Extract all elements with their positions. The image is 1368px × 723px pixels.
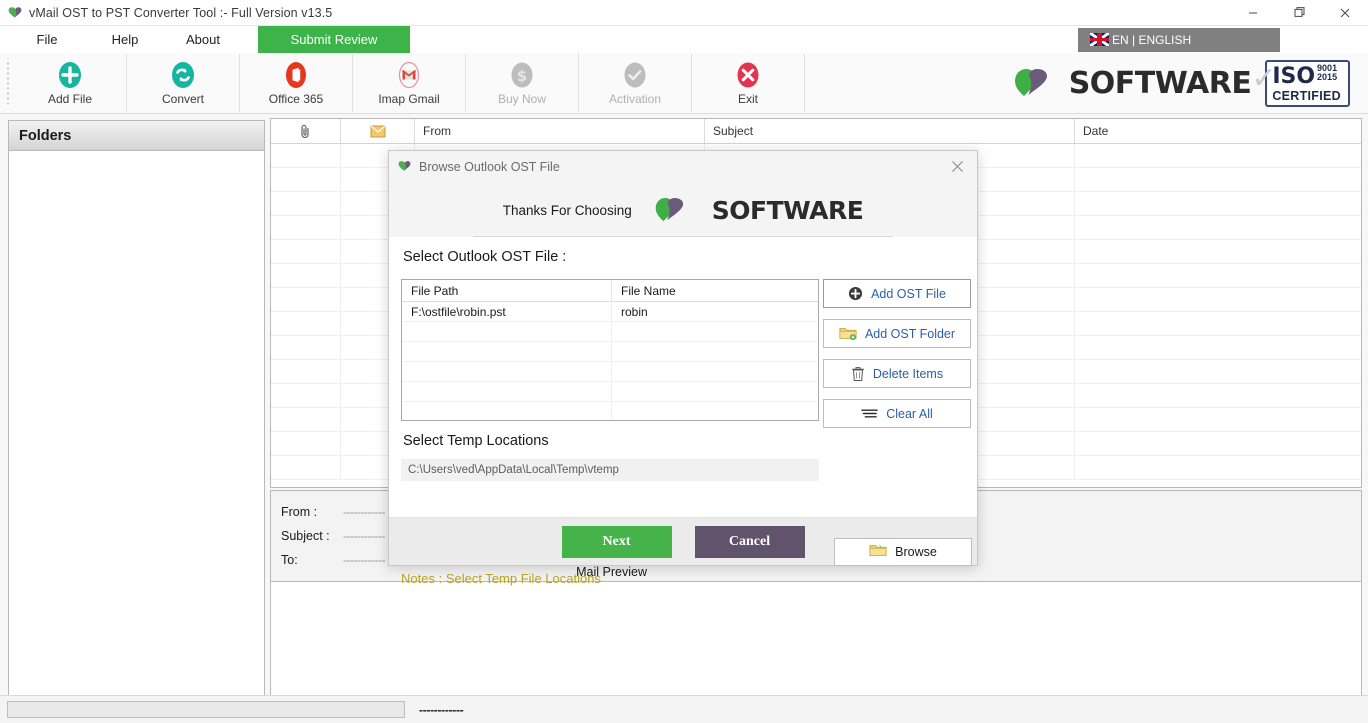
next-button[interactable]: Next <box>561 525 672 558</box>
table-row[interactable] <box>402 362 818 382</box>
plus-circle-icon <box>848 286 863 301</box>
ost-file-table[interactable]: File Path File Name F:\ostfile\robin.pst… <box>401 279 819 421</box>
file-path-cell: F:\ostfile\robin.pst <box>402 302 612 321</box>
folder-add-icon <box>839 326 857 341</box>
notes-label: Notes : <box>401 571 443 586</box>
file-name-cell: robin <box>621 304 648 319</box>
table-row[interactable]: F:\ostfile\robin.pst robin <box>402 302 818 322</box>
dialog-brand-wordmark: SOFTWARE <box>711 195 864 225</box>
clear-all-button[interactable]: Clear All <box>823 399 971 428</box>
file-name-column-header[interactable]: File Name <box>612 280 818 301</box>
select-temp-locations-label: Select Temp Locations <box>403 433 549 449</box>
dialog-action-buttons: Add OST File Add OST Folder Delete Items… <box>823 279 971 428</box>
ost-file-table-header: File Path File Name <box>402 280 818 302</box>
button-label: Delete Items <box>872 366 944 381</box>
dialog-banner: Thanks For Choosing SOFTWARE <box>389 183 977 237</box>
table-row[interactable] <box>402 382 818 402</box>
add-ost-folder-button[interactable]: Add OST Folder <box>823 319 971 348</box>
notes-text: Notes : Select Temp File Locations <box>401 571 601 586</box>
thanks-text: Thanks For Choosing <box>502 202 632 218</box>
add-ost-file-button[interactable]: Add OST File <box>823 279 971 308</box>
table-row[interactable] <box>402 402 818 420</box>
dialog-content: Select Outlook OST File : File Path File… <box>389 237 977 586</box>
button-label: Add OST File <box>871 286 946 301</box>
dialog-title: Browse Outlook OST File <box>419 159 560 174</box>
temp-path-input[interactable]: C:\Users\ved\AppData\Local\Temp\vtemp <box>401 459 819 481</box>
clear-list-icon <box>861 407 878 420</box>
software-logo-mark <box>655 198 683 222</box>
file-path-column-header[interactable]: File Path <box>402 280 612 301</box>
table-row[interactable] <box>402 322 818 342</box>
heart-icon <box>398 160 411 173</box>
modal-overlay: Browse Outlook OST File Thanks For Choos… <box>0 0 1368 723</box>
notes-value: Select Temp File Locations <box>445 571 601 586</box>
dialog-close-button[interactable] <box>937 151 977 183</box>
browse-button[interactable]: Browse <box>834 538 972 566</box>
select-ost-file-label: Select Outlook OST File : <box>403 249 567 265</box>
trash-icon <box>851 366 865 382</box>
application-window: vMail OST to PST Converter Tool :- Full … <box>0 0 1368 723</box>
button-label: Add OST Folder <box>864 326 956 341</box>
cancel-button[interactable]: Cancel <box>694 525 805 558</box>
button-label: Browse <box>895 545 937 559</box>
delete-items-button[interactable]: Delete Items <box>823 359 971 388</box>
dialog-title-bar: Browse Outlook OST File <box>389 151 977 183</box>
table-row[interactable] <box>402 342 818 362</box>
folder-icon <box>869 543 887 561</box>
browse-ost-file-dialog: Browse Outlook OST File Thanks For Choos… <box>388 150 978 586</box>
button-label: Clear All <box>886 406 933 421</box>
